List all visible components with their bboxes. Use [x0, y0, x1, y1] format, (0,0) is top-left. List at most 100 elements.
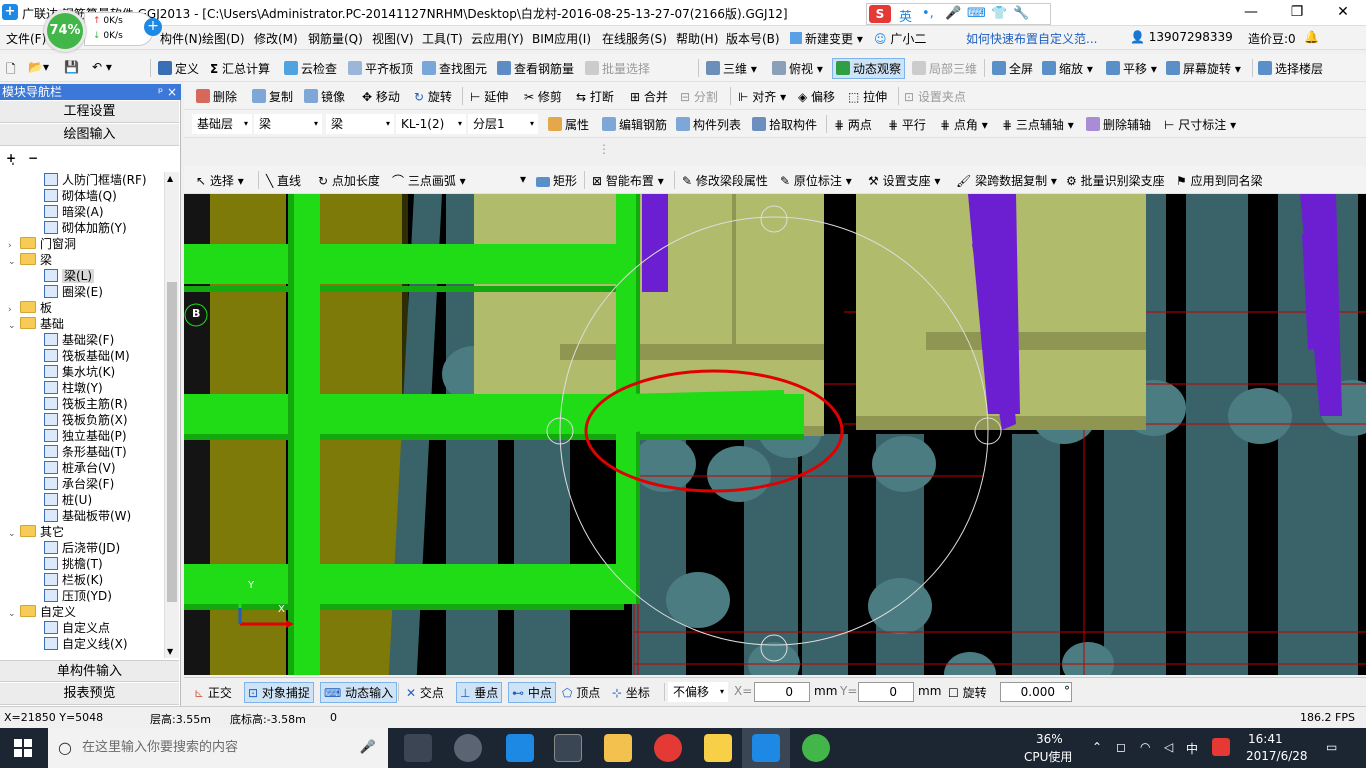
- single-component-input-button[interactable]: 单构件输入: [0, 660, 179, 682]
- find-element-button[interactable]: 查找图元: [422, 60, 487, 77]
- collapse-chevron-icon[interactable]: ⌄: [8, 254, 20, 270]
- parallel-axis-button[interactable]: ⋕ 平行: [888, 116, 926, 133]
- stretch-button[interactable]: ⬚ 拉伸: [848, 88, 887, 105]
- top-view-button[interactable]: 俯视 ▾: [772, 60, 823, 77]
- minimize-icon[interactable]: —: [1228, 0, 1274, 26]
- tree-item[interactable]: 栏板(K): [44, 572, 103, 588]
- rotate-button[interactable]: ↻ 旋转: [414, 88, 452, 105]
- clock-time[interactable]: 16:41: [1248, 732, 1283, 746]
- restore-icon[interactable]: ❐: [1274, 0, 1320, 26]
- 3d-viewport[interactable]: B Y X: [184, 194, 1366, 675]
- tree-item[interactable]: 砌体加筋(Y): [44, 220, 127, 236]
- summary-calc-button[interactable]: Σ 汇总计算: [210, 60, 270, 77]
- tree-item[interactable]: 筏板基础(M): [44, 348, 130, 364]
- microphone-icon[interactable]: 🎤: [360, 728, 376, 768]
- tree-item[interactable]: 条形基础(T): [44, 444, 127, 460]
- scroll-down-icon[interactable]: ▼: [167, 647, 173, 656]
- undo-icon[interactable]: ↶ ▾: [92, 60, 112, 74]
- type-select[interactable]: 梁 ▾: [326, 114, 394, 134]
- perpendicular-snap[interactable]: ⊥ 垂点: [456, 682, 503, 703]
- tree-item[interactable]: 桩(U): [44, 492, 92, 508]
- batch-select-button[interactable]: 批量选择: [585, 60, 650, 77]
- menu-cloud[interactable]: 云应用(Y): [471, 30, 524, 47]
- app-icon[interactable]: +: [2, 4, 18, 20]
- tree-item[interactable]: 桩承台(V): [44, 460, 116, 476]
- line-button[interactable]: ╲ 直线: [266, 172, 301, 189]
- tray-network-icon[interactable]: ◻: [1116, 740, 1126, 754]
- file-explorer-icon[interactable]: [604, 734, 632, 762]
- tree-item[interactable]: 基础梁(F): [44, 332, 114, 348]
- category-select[interactable]: 梁 ▾: [254, 114, 322, 134]
- collapse-chevron-icon[interactable]: ⌄: [8, 526, 20, 542]
- tree-item[interactable]: 承台梁(F): [44, 476, 114, 492]
- extend-button[interactable]: ⊢ 延伸: [470, 88, 508, 105]
- select-floor-button[interactable]: 选择楼层: [1258, 60, 1323, 77]
- component-list-button[interactable]: 构件列表: [676, 116, 741, 133]
- scroll-up-icon[interactable]: ▲: [167, 174, 173, 183]
- tray-chevron-icon[interactable]: ⌃: [1092, 740, 1102, 754]
- cloud-check-button[interactable]: 云检查: [284, 60, 337, 77]
- ortho-toggle[interactable]: ⊾ 正交: [194, 684, 232, 701]
- vertex-snap[interactable]: ⬠ 顶点: [562, 684, 600, 701]
- merge-button[interactable]: ⊞ 合并: [630, 88, 668, 105]
- menu-component[interactable]: 构件(N): [160, 30, 202, 47]
- tree-item[interactable]: 圈梁(E): [44, 284, 103, 300]
- tree-item[interactable]: 自定义点: [44, 620, 110, 636]
- draw-input-button[interactable]: 绘图输入: [0, 124, 179, 146]
- menu-file[interactable]: 文件(F): [6, 30, 46, 47]
- tree-item[interactable]: 集水坑(K): [44, 364, 115, 380]
- ime-lang-toggle[interactable]: 英: [899, 6, 912, 25]
- in-situ-label-button[interactable]: ✎ 原位标注 ▾: [780, 172, 852, 189]
- volume-icon[interactable]: ◁: [1164, 740, 1173, 754]
- sogou-app-icon[interactable]: [654, 734, 682, 762]
- midpoint-snap[interactable]: ⊷ 中点: [508, 682, 556, 703]
- dimension-button[interactable]: ⊢ 尺寸标注 ▾: [1164, 116, 1236, 133]
- arc-dropdown[interactable]: ▾: [520, 172, 526, 186]
- tree-item[interactable]: 暗梁(A): [44, 204, 104, 220]
- menu-tools[interactable]: 工具(T): [422, 30, 463, 47]
- menu-help[interactable]: 帮助(H): [676, 30, 718, 47]
- mirror-button[interactable]: 镜像: [304, 88, 345, 105]
- tree-item[interactable]: 压顶(YD): [44, 588, 112, 604]
- tree-folder[interactable]: › 门窗洞: [8, 236, 76, 252]
- rotate-input[interactable]: 0.000: [1000, 682, 1072, 702]
- define-button[interactable]: 定义: [158, 60, 199, 77]
- sogou-logo-icon[interactable]: S: [869, 5, 891, 23]
- tree-folder[interactable]: › 板: [8, 300, 52, 316]
- rotate-checkbox[interactable]: ☐ 旋转: [948, 684, 987, 701]
- windows-start-icon[interactable]: [14, 739, 32, 757]
- fullscreen-button[interactable]: 全屏: [992, 60, 1033, 77]
- open-file-icon[interactable]: 📂▾: [28, 60, 49, 74]
- menu-version[interactable]: 版本号(B): [726, 30, 780, 47]
- tree-item[interactable]: 挑檐(T): [44, 556, 103, 572]
- store-icon[interactable]: [554, 734, 582, 762]
- batch-identify-support-button[interactable]: ⚙ 批量识别梁支座: [1066, 172, 1165, 189]
- layer-select[interactable]: 分层1 ▾: [468, 114, 538, 134]
- x-input[interactable]: 0: [754, 682, 810, 702]
- properties-button[interactable]: 属性: [548, 116, 589, 133]
- tree-item[interactable]: 筏板负筋(X): [44, 412, 128, 428]
- tree-item[interactable]: 自定义线(X): [44, 636, 128, 652]
- three-point-axis-button[interactable]: ⋕ 三点辅轴 ▾: [1002, 116, 1074, 133]
- menu-online[interactable]: 在线服务(S): [602, 30, 667, 47]
- floor-select[interactable]: 基础层 ▾: [192, 114, 252, 134]
- offset-button[interactable]: ◈ 偏移: [798, 88, 835, 105]
- dynamic-input-toggle[interactable]: ⌨ 动态输入: [320, 682, 398, 703]
- speed-plus-icon[interactable]: +: [144, 18, 162, 36]
- point-length-button[interactable]: ↻ 点加长度: [318, 172, 380, 189]
- project-settings-button[interactable]: 工程设置: [0, 101, 179, 123]
- trim-button[interactable]: ✂ 修剪: [524, 88, 562, 105]
- save-icon[interactable]: 💾: [64, 60, 79, 74]
- ime-tools-icon[interactable]: 🔧: [1013, 6, 1029, 21]
- screen-rotate-button[interactable]: 屏幕旋转 ▾: [1166, 60, 1241, 77]
- ime-lang-indicator[interactable]: 中: [1186, 740, 1198, 757]
- clock-date[interactable]: 2017/6/28: [1246, 749, 1308, 763]
- expand-all-icon[interactable]: +̩: [6, 151, 16, 165]
- edit-rebar-button[interactable]: 编辑钢筋: [602, 116, 667, 133]
- memory-ball[interactable]: 74%: [44, 10, 86, 52]
- 3d-view-button[interactable]: 三维 ▾: [706, 60, 757, 77]
- tree-scrollbar[interactable]: ▲ ▼: [164, 172, 179, 658]
- menu-view[interactable]: 视图(V): [372, 30, 414, 47]
- menu-new-change[interactable]: 新建变更 ▾: [790, 30, 863, 47]
- menu-guangxiaoer[interactable]: ☺ 广小二: [874, 30, 926, 47]
